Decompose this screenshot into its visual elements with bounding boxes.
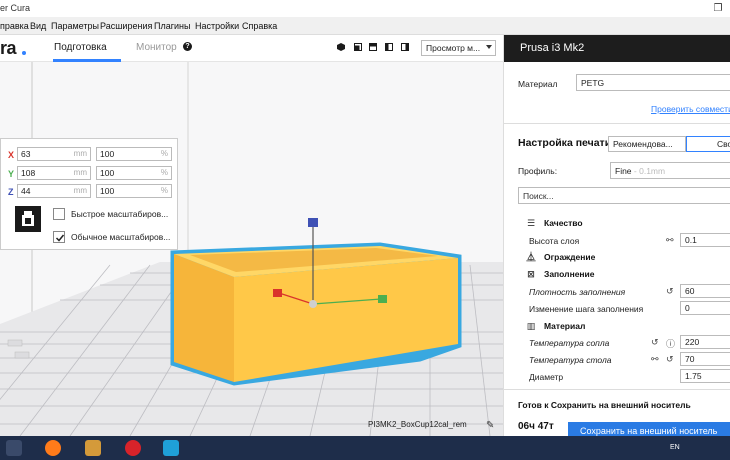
view-left-icon[interactable]	[385, 43, 393, 51]
shell-icon: ⏅	[526, 252, 536, 262]
menu-edit[interactable]: правка	[0, 21, 29, 31]
diameter-input[interactable]: 1.75	[680, 369, 730, 383]
view-type-value: Просмотр м...	[426, 43, 481, 53]
scale-z-percent-input[interactable]: 100%	[96, 184, 172, 198]
layer-height-input[interactable]: 0.1	[680, 233, 730, 247]
tab-monitor[interactable]: Монитор	[136, 42, 177, 53]
gradual-infill-input[interactable]: 0	[680, 301, 730, 315]
menu-preferences[interactable]: Параметры	[51, 21, 99, 31]
menu-bar: правка Вид Параметры Расширения Плагины …	[0, 17, 730, 35]
viewport-3d[interactable]: X 63mm 100% Y 108mm 100% Z 44mm 100%	[0, 62, 503, 436]
diameter-label: Диаметр	[529, 372, 564, 382]
menu-plugins[interactable]: Плагины	[154, 21, 190, 31]
opera-icon[interactable]	[125, 440, 141, 456]
title-bar: er Cura ❐	[0, 0, 730, 17]
printer-selector[interactable]: Prusa i3 Mk2	[504, 35, 730, 62]
file-explorer-icon[interactable]	[6, 440, 22, 456]
scale-z-mm-input[interactable]: 44 mm	[17, 184, 91, 198]
uniform-scale-checkbox[interactable]	[53, 231, 65, 243]
chevron-down-icon	[486, 45, 492, 49]
window-title: er Cura	[0, 3, 31, 13]
material-select[interactable]: PETG	[576, 74, 730, 91]
menu-settings[interactable]: Настройки	[195, 21, 239, 31]
cura-app-icon[interactable]	[163, 440, 179, 456]
print-setup-title: Настройка печати	[518, 137, 612, 149]
tab-prepare[interactable]: Подготовка	[54, 42, 107, 53]
profile-label: Профиль:	[518, 166, 558, 176]
scale-x-mm-input[interactable]: 63 mm	[17, 147, 91, 161]
checkmark-icon	[55, 234, 65, 242]
axis-z-label: Z	[8, 187, 14, 197]
print-setup-panel: Prusa i3 Mk2 Материал PETG Проверить сов…	[503, 35, 730, 440]
menu-help[interactable]: Справка	[242, 21, 277, 31]
check-compatibility-link[interactable]: Проверить совмести	[651, 104, 730, 114]
view-type-select[interactable]: Просмотр м...	[421, 40, 496, 56]
scale-x-percent-input[interactable]: 100%	[96, 147, 172, 161]
scale-tool-panel: X 63mm 100% Y 108mm 100% Z 44mm 100%	[0, 138, 178, 250]
view-right-icon[interactable]	[401, 43, 409, 51]
maximize-button[interactable]: ❐	[706, 0, 730, 17]
pencil-icon[interactable]: ✎	[486, 420, 494, 431]
reset-icon[interactable]: ↺	[666, 286, 674, 297]
divider	[504, 389, 730, 390]
nozzle-temp-label: Температура сопла	[529, 338, 610, 348]
link-icon[interactable]: ⚯	[666, 235, 674, 246]
settings-search-input[interactable]: Поиск...	[518, 187, 730, 204]
reset-icon[interactable]: ↺	[651, 337, 659, 348]
bed-temp-input[interactable]: 70	[680, 352, 730, 366]
language-indicator[interactable]: EN	[670, 444, 680, 451]
printer-name: Prusa i3 Mk2	[520, 42, 585, 54]
reset-icon[interactable]: ↺	[666, 354, 674, 365]
menu-extensions[interactable]: Расширения	[100, 21, 152, 31]
stage-bar: ra Подготовка Монитор ? Просмотр м...	[0, 35, 503, 62]
recommended-mode-button[interactable]: Рекомендова...	[608, 136, 686, 152]
axis-x-label: X	[8, 150, 15, 160]
print-time: 06ч 47т	[518, 421, 554, 432]
cura-logo: ra	[0, 38, 17, 58]
scale-reset-icon[interactable]	[15, 206, 41, 232]
profile-select[interactable]: Fine - 0.1mm	[610, 162, 730, 179]
logo-dot-icon	[22, 51, 26, 55]
model-filename: PI3MK2_BoxCup12cal_rem	[368, 420, 467, 429]
os-taskbar: EN	[0, 436, 730, 460]
quality-icon: ☰	[526, 218, 536, 228]
view-top-icon[interactable]	[369, 43, 377, 51]
help-icon[interactable]: ?	[183, 42, 192, 51]
bed-temp-label: Температура стола	[529, 355, 612, 365]
slice-status: Готов к Сохранить на внешний носитель	[518, 400, 691, 410]
nozzle-temp-input[interactable]: 220	[680, 335, 730, 349]
axis-y-label: Y	[8, 169, 15, 179]
scale-y-mm-input[interactable]: 108 mm	[17, 166, 91, 180]
gradual-infill-label: Изменение шага заполнения	[529, 304, 644, 314]
material-icon: ▥	[526, 321, 536, 331]
divider	[504, 123, 730, 124]
material-label: Материал	[518, 79, 558, 89]
uniform-scale-label: Обычное масштабиров...	[71, 232, 171, 242]
link-icon[interactable]: ⚯	[651, 354, 659, 365]
infill-density-label: Плотность заполнения	[529, 287, 626, 297]
custom-mode-button[interactable]: Свои	[686, 136, 730, 152]
view-3d-icon[interactable]	[337, 43, 345, 51]
view-front-icon[interactable]	[354, 43, 362, 51]
quick-scale-checkbox[interactable]	[53, 208, 65, 220]
quick-scale-label: Быстрое масштабиров...	[71, 209, 169, 219]
infill-density-input[interactable]: 60	[680, 284, 730, 298]
menu-view[interactable]: Вид	[30, 21, 46, 31]
firefox-icon[interactable]	[45, 440, 61, 456]
scale-y-percent-input[interactable]: 100%	[96, 166, 172, 180]
info-icon[interactable]: ⓘ	[666, 337, 675, 350]
layer-height-label: Высота слоя	[529, 236, 580, 246]
infill-icon: ⊠	[527, 269, 535, 279]
app-icon[interactable]	[85, 440, 101, 456]
